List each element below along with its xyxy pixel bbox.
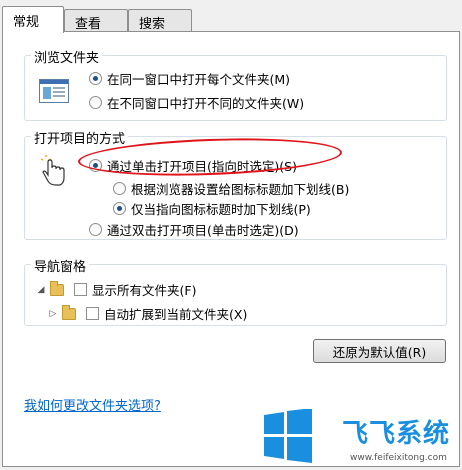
click-option-label: 通过双击打开项目(单击时选定)(D) — [107, 223, 299, 238]
help-link[interactable]: 我如何更改文件夹选项? — [24, 395, 161, 414]
radio-double-click[interactable] — [89, 223, 102, 236]
watermark-brand: 飞飞系统 — [342, 419, 451, 449]
radio-underline-browser[interactable] — [113, 182, 126, 195]
click-option-double[interactable]: 通过双击打开项目(单击时选定)(D) — [89, 220, 299, 239]
expand-arrow-icon[interactable]: ▷ — [48, 309, 58, 319]
tab-search[interactable]: 搜索 — [128, 9, 192, 32]
nav-option-show-all[interactable]: ◢ 显示所有文件夹(F) — [36, 280, 196, 299]
tab-general[interactable]: 常规 — [2, 6, 64, 33]
hand-cursor-icon — [40, 155, 65, 186]
checkbox-show-all-folders[interactable] — [74, 283, 87, 296]
window-preview-icon — [39, 79, 69, 103]
radio-same-window[interactable] — [89, 72, 102, 85]
browse-option-label: 在同一窗口中打开每个文件夹(M) — [107, 72, 291, 87]
watermark-url: www.feifeixitong.com — [350, 453, 447, 463]
folder-icon — [50, 280, 64, 296]
restore-defaults-button[interactable]: 还原为默认值(R) — [313, 339, 446, 363]
radio-underline-point[interactable] — [113, 202, 126, 215]
nav-pane-title: 导航窗格 — [31, 256, 90, 275]
nav-option-label: 显示所有文件夹(F) — [92, 283, 197, 298]
underline-option-label: 根据浏览器设置给图标标题加下划线(B) — [131, 182, 350, 197]
nav-option-label: 自动扩展到当前文件夹(X) — [104, 307, 248, 322]
browse-option-new-window[interactable]: 在不同窗口中打开不同的文件夹(W) — [89, 93, 304, 112]
underline-option-label: 仅当指向图标标题时加下划线(P) — [131, 202, 311, 217]
radio-new-window[interactable] — [89, 96, 102, 109]
click-items-title: 打开项目的方式 — [31, 128, 129, 147]
checkbox-auto-expand[interactable] — [86, 307, 99, 320]
tab-view[interactable]: 查看 — [64, 9, 128, 32]
underline-option-browser[interactable]: 根据浏览器设置给图标标题加下划线(B) — [113, 179, 349, 198]
browse-folders-title: 浏览文件夹 — [31, 47, 103, 66]
underline-option-point[interactable]: 仅当指向图标标题时加下划线(P) — [113, 199, 311, 218]
nav-option-auto-expand[interactable]: ▷ 自动扩展到当前文件夹(X) — [48, 304, 247, 323]
browse-option-label: 在不同窗口中打开不同的文件夹(W) — [107, 96, 305, 111]
feifei-watermark: 飞飞系统 www.feifeixitong.com — [264, 408, 460, 467]
collapse-arrow-icon[interactable]: ◢ — [36, 285, 46, 295]
tab-strip: 常规 查看 搜索 — [0, 6, 462, 33]
folder-icon — [62, 304, 76, 320]
browse-option-same-window[interactable]: 在同一窗口中打开每个文件夹(M) — [89, 69, 290, 88]
